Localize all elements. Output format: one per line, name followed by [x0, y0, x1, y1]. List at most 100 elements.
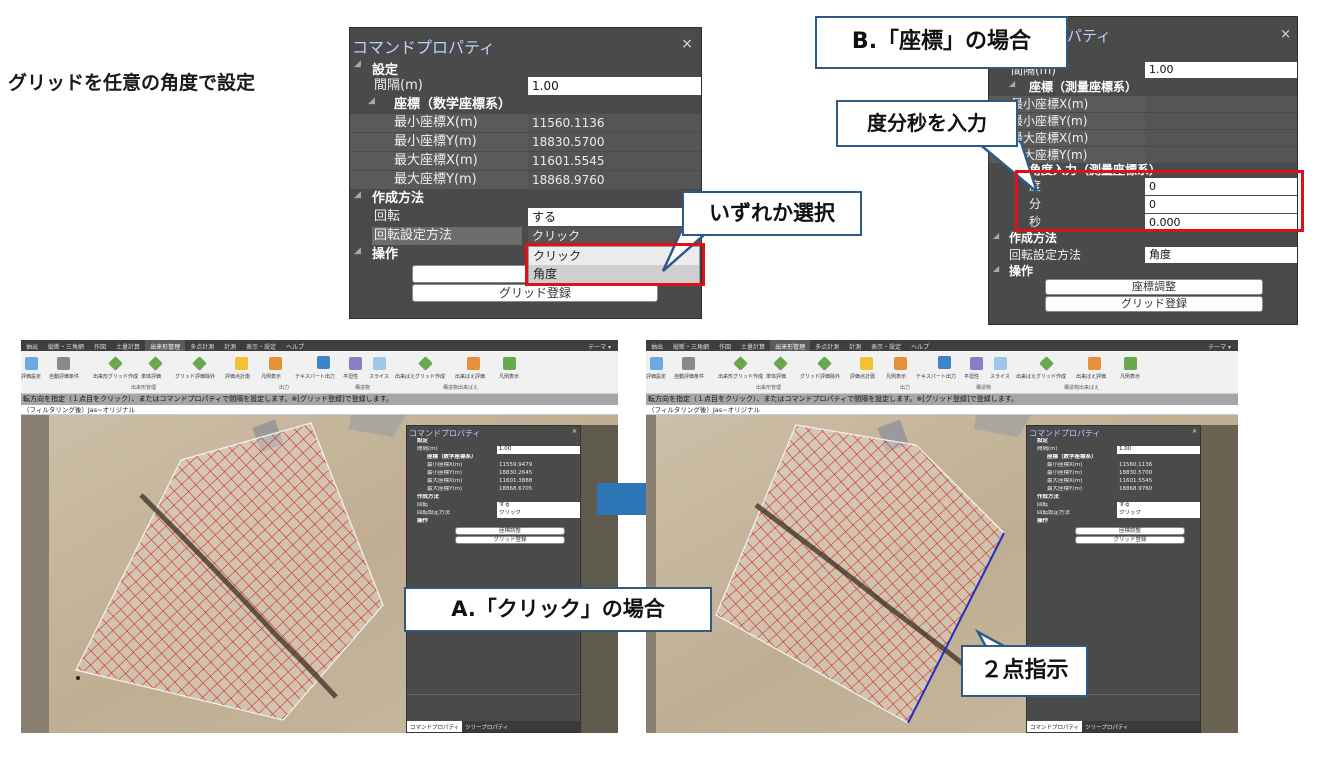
- slice-icon[interactable]: [994, 357, 1007, 370]
- ribbon-button-label[interactable]: 凡例表示: [1120, 373, 1140, 380]
- ribbon-button-label[interactable]: スライス: [369, 373, 389, 380]
- theme-dropdown[interactable]: テーマ ▾: [1203, 340, 1236, 351]
- grid-register-button[interactable]: グリッド登録: [412, 284, 658, 302]
- slice-icon[interactable]: [373, 357, 386, 370]
- collapse-icon[interactable]: ◢: [354, 190, 361, 200]
- grid-register-button[interactable]: グリッド登録: [1075, 536, 1185, 544]
- tab-draw[interactable]: 作図: [714, 340, 736, 351]
- tab-view-settings[interactable]: 表示・設定: [241, 340, 281, 351]
- theme-dropdown[interactable]: テーマ ▾: [583, 340, 616, 351]
- grid-exclude-icon[interactable]: [192, 356, 207, 371]
- ribbon-button-label[interactable]: テキスパート出力: [916, 373, 956, 380]
- ribbon-button-label[interactable]: 評価点計測: [225, 373, 250, 380]
- texpert-output-icon[interactable]: [938, 356, 951, 369]
- ribbon-button-label[interactable]: テキスパート出力: [295, 373, 335, 380]
- interval-field[interactable]: 1.00: [1145, 62, 1297, 78]
- single-eval-icon[interactable]: [773, 356, 788, 371]
- grid-register-button[interactable]: グリッド登録: [455, 536, 565, 544]
- rotate-select[interactable]: する: [528, 208, 701, 226]
- flatness-icon[interactable]: [970, 357, 983, 370]
- collapse-icon[interactable]: ◢: [354, 59, 361, 69]
- tab-help[interactable]: ヘルプ: [906, 340, 934, 351]
- rotation-method-select[interactable]: 角度: [1145, 247, 1297, 263]
- rotate-select[interactable]: する: [1117, 502, 1200, 510]
- tab-as-built[interactable]: 出来形管理: [770, 340, 811, 351]
- tab-volume[interactable]: 土量計算: [111, 340, 145, 351]
- flatness-icon[interactable]: [349, 357, 362, 370]
- interval-field[interactable]: 1.00: [497, 446, 580, 454]
- tab-profile[interactable]: 縦断・三角網: [43, 340, 89, 351]
- coordinate-adjust-button[interactable]: 座標調整: [1045, 279, 1263, 295]
- ribbon-button-label[interactable]: 評価設定: [21, 373, 41, 380]
- grid-register-button[interactable]: グリッド登録: [1045, 296, 1263, 312]
- finish-grid-icon[interactable]: [418, 356, 433, 371]
- ribbon-button-label[interactable]: 単体評価: [141, 373, 161, 380]
- coordinate-adjust-button[interactable]: 座標調整: [455, 527, 565, 535]
- ribbon-button-label[interactable]: 評価点計測: [850, 373, 875, 380]
- ribbon-button-label[interactable]: 平坦性: [964, 373, 979, 380]
- legend-icon[interactable]: [1124, 357, 1137, 370]
- eval-settings-icon[interactable]: [650, 357, 663, 370]
- ribbon-button-label[interactable]: 単体評価: [766, 373, 786, 380]
- auto-eval-icon[interactable]: [57, 357, 70, 370]
- ribbon-button-label[interactable]: グリッド評価除外: [175, 373, 215, 380]
- finish-grid-icon[interactable]: [1039, 356, 1054, 371]
- close-icon[interactable]: ×: [572, 428, 577, 435]
- degree-input[interactable]: 0: [1145, 178, 1297, 195]
- tab-measure[interactable]: 計測: [844, 340, 866, 351]
- tab-draw[interactable]: 作図: [89, 340, 111, 351]
- texpert-output-icon[interactable]: [317, 356, 330, 369]
- interval-field[interactable]: 1.00: [1117, 446, 1200, 454]
- ribbon-button-label[interactable]: グリッド評価除外: [800, 373, 840, 380]
- collapse-icon[interactable]: ◢: [1009, 79, 1015, 88]
- ribbon-button-label[interactable]: 出来ばえ評価: [1076, 373, 1106, 380]
- ribbon-button-label[interactable]: 平坦性: [343, 373, 358, 380]
- grid-create-icon[interactable]: [108, 356, 123, 371]
- eval-settings-icon[interactable]: [25, 357, 38, 370]
- minute-input[interactable]: 0: [1145, 196, 1297, 213]
- tab-tree-property[interactable]: ツリープロパティ: [1082, 721, 1131, 732]
- tab-profile[interactable]: 縦断・三角網: [668, 340, 714, 351]
- finish-eval-icon[interactable]: [467, 357, 480, 370]
- ribbon-button-label[interactable]: 自動評価条件: [49, 373, 79, 380]
- ribbon-button-label[interactable]: 出来形グリッド作成: [718, 373, 763, 380]
- auto-eval-icon[interactable]: [682, 357, 695, 370]
- grid-exclude-icon[interactable]: [817, 356, 832, 371]
- second-input[interactable]: 0.000: [1145, 214, 1297, 231]
- collapse-icon[interactable]: ◢: [354, 246, 361, 256]
- collapse-icon[interactable]: ◢: [993, 231, 999, 240]
- grid-create-icon[interactable]: [733, 356, 748, 371]
- collapse-icon[interactable]: ◢: [993, 264, 999, 273]
- layer-filter[interactable]: （フィルタリング後）Jas~オリジナル: [21, 405, 618, 415]
- close-icon[interactable]: ×: [1280, 27, 1291, 42]
- ribbon-button-label[interactable]: 出来ばえ評価: [455, 373, 485, 380]
- rotation-method-select[interactable]: クリック: [1117, 510, 1200, 518]
- tab-tree-property[interactable]: ツリープロパティ: [462, 721, 511, 732]
- tab-help[interactable]: ヘルプ: [281, 340, 309, 351]
- ribbon-button-label[interactable]: 出来形グリッド作成: [93, 373, 138, 380]
- tab-command-property[interactable]: コマンドプロパティ: [1027, 721, 1083, 732]
- eval-point-icon[interactable]: [860, 357, 873, 370]
- tab-extract[interactable]: 抽出: [21, 340, 43, 351]
- legend-icon[interactable]: [269, 357, 282, 370]
- legend-icon[interactable]: [503, 357, 516, 370]
- tab-command-property[interactable]: コマンドプロパティ: [407, 721, 463, 732]
- ribbon-button-label[interactable]: 自動評価条件: [674, 373, 704, 380]
- single-eval-icon[interactable]: [148, 356, 163, 371]
- tab-multipoint[interactable]: 多点計測: [810, 340, 844, 351]
- tab-measure[interactable]: 計測: [219, 340, 241, 351]
- ribbon-button-label[interactable]: 凡例表示: [261, 373, 281, 380]
- rotation-method-select[interactable]: クリック: [497, 510, 580, 518]
- ribbon-button-label[interactable]: スライス: [990, 373, 1010, 380]
- interval-field[interactable]: 1.00: [528, 77, 701, 95]
- finish-eval-icon[interactable]: [1088, 357, 1101, 370]
- tab-as-built[interactable]: 出来形管理: [145, 340, 186, 351]
- tab-volume[interactable]: 土量計算: [736, 340, 770, 351]
- close-icon[interactable]: ×: [1192, 428, 1197, 435]
- ribbon-button-label[interactable]: 評価設定: [646, 373, 666, 380]
- tab-view-settings[interactable]: 表示・設定: [866, 340, 906, 351]
- tab-extract[interactable]: 抽出: [646, 340, 668, 351]
- legend-icon[interactable]: [894, 357, 907, 370]
- coordinate-adjust-button[interactable]: 座標調整: [1075, 527, 1185, 535]
- ribbon-button-label[interactable]: 凡例表示: [499, 373, 519, 380]
